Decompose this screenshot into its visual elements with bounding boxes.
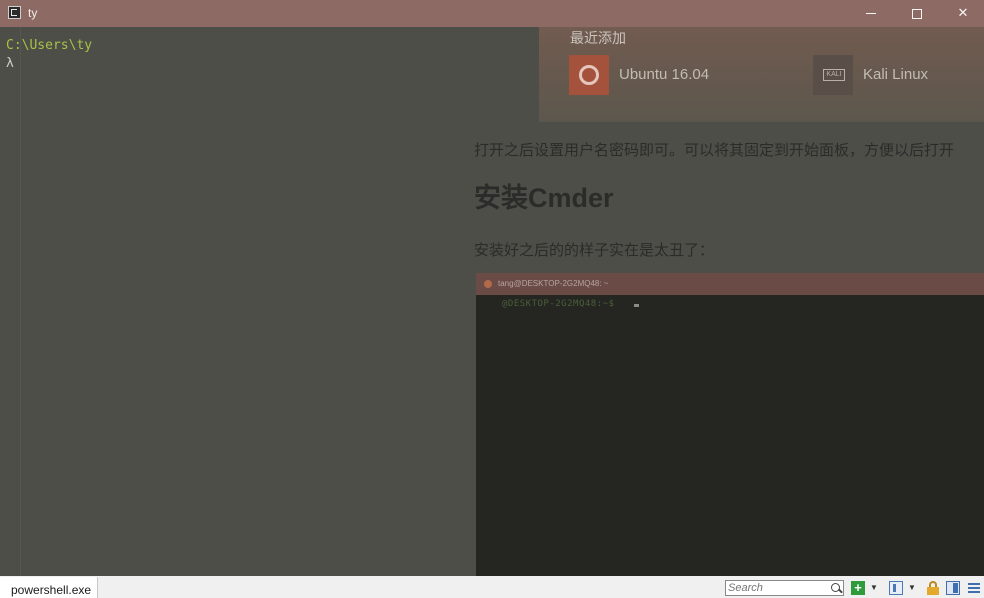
chevron-down-icon[interactable]: ▼ — [870, 583, 879, 592]
embedded-titlebar: tang@DESKTOP-2G2MQ48: ~ — [476, 273, 984, 295]
search-input[interactable] — [728, 582, 828, 594]
terminal-prompt[interactable]: λ — [6, 56, 14, 71]
recent-label: 最近添加 — [570, 30, 626, 46]
search-box[interactable] — [725, 580, 844, 596]
menu-icon[interactable] — [967, 581, 981, 595]
new-console-button[interactable]: + — [851, 581, 865, 595]
embedded-ubuntu-icon — [484, 280, 492, 288]
embedded-terminal-screenshot: tang@DESKTOP-2G2MQ48: ~ @DESKTOP-2G2MQ48… — [476, 273, 984, 598]
cmder-app-icon[interactable] — [8, 6, 21, 19]
app-name-kali: Kali Linux — [863, 66, 929, 83]
search-icon[interactable] — [831, 583, 840, 592]
ubuntu-icon — [569, 55, 609, 95]
embedded-title: tang@DESKTOP-2G2MQ48: ~ — [498, 279, 609, 288]
maximize-icon — [912, 8, 922, 19]
app-name-ubuntu: Ubuntu 16.04 — [619, 66, 710, 83]
panes-icon[interactable] — [889, 581, 903, 595]
kali-icon: KALI — [813, 55, 853, 95]
layout-icon[interactable] — [946, 581, 960, 595]
maximize-button[interactable] — [894, 0, 940, 27]
embedded-prompt: @DESKTOP-2G2MQ48:~$ — [502, 299, 615, 309]
terminal-path: C:\Users\ty — [6, 38, 93, 53]
close-icon: ✕ — [957, 5, 969, 20]
terminal-gutter — [20, 27, 21, 576]
background-paragraph-1: 打开之后设置用户名密码即可。可以将其固定到开始面板，方便以后打开 — [474, 142, 955, 159]
embedded-cursor — [634, 304, 639, 307]
window-title: ty — [28, 6, 38, 20]
lock-icon[interactable] — [926, 581, 940, 595]
chevron-down-icon[interactable]: ▼ — [908, 583, 917, 592]
minimize-icon — [866, 13, 876, 15]
background-heading: 安装Cmder — [474, 183, 614, 213]
plus-icon: + — [854, 580, 862, 595]
title-bar[interactable]: ty ✕ — [0, 0, 984, 27]
cmder-window: 最近添加 Ubuntu 16.04 KALI Kali Linux 打开之后设置… — [0, 0, 984, 598]
console-tab[interactable]: powershell.exe — [0, 577, 98, 598]
close-button[interactable]: ✕ — [940, 0, 984, 27]
minimize-button[interactable] — [848, 0, 894, 27]
background-paragraph-2: 安装好之后的的样子实在是太丑了： — [474, 242, 715, 259]
